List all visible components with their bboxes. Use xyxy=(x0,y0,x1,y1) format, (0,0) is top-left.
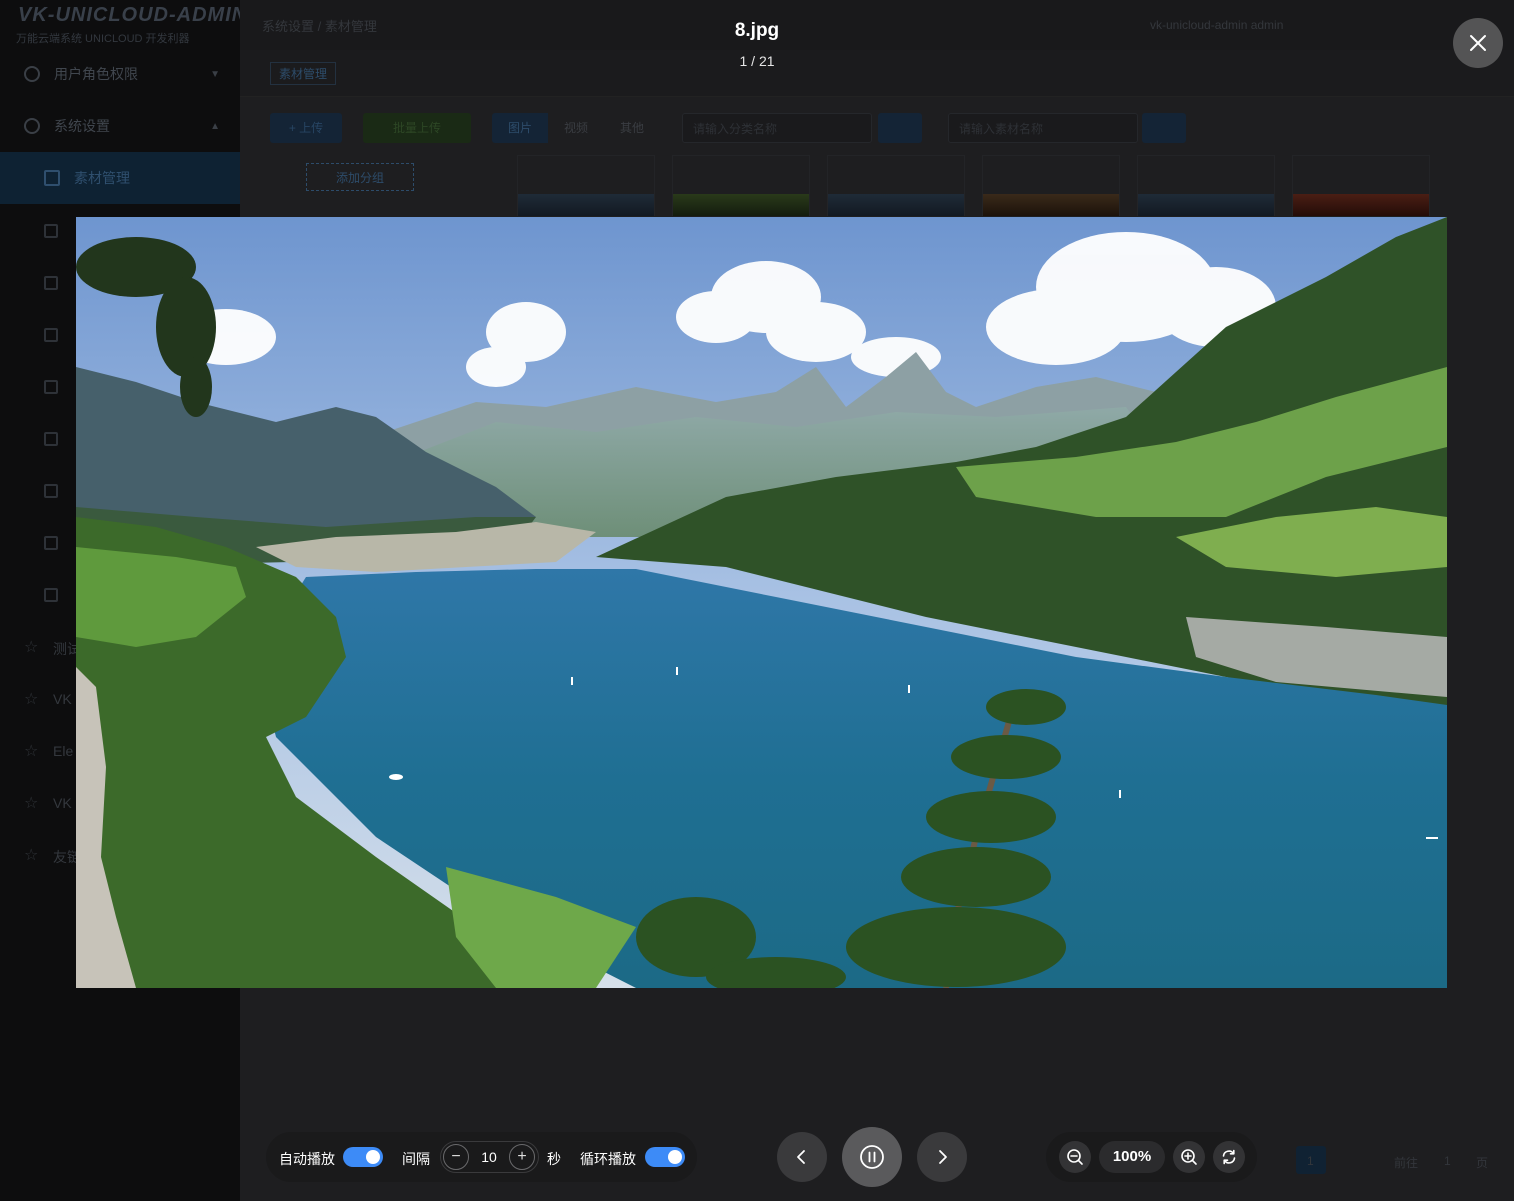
previous-button[interactable] xyxy=(777,1132,827,1182)
chevron-left-icon xyxy=(797,1150,805,1164)
close-icon xyxy=(1470,35,1486,51)
zoom-level: 100% xyxy=(1099,1141,1165,1173)
viewer-file-name: 8.jpg xyxy=(734,20,780,41)
zoom-out-icon xyxy=(1067,1149,1083,1165)
zoom-in-button[interactable] xyxy=(1173,1141,1205,1173)
preview-image[interactable] xyxy=(76,217,1447,988)
zoom-out-button[interactable] xyxy=(1059,1141,1091,1173)
autoplay-label: 自动播放 xyxy=(279,1151,335,1167)
loop-label: 循环播放 xyxy=(580,1151,636,1167)
next-button[interactable] xyxy=(917,1132,967,1182)
reset-zoom-button[interactable] xyxy=(1213,1141,1245,1173)
seconds-label: 秒 xyxy=(547,1151,561,1167)
image-viewer-overlay: 8.jpg 1 / 21 自动播放 间隔 − 10 + 秒 循环播放 100% xyxy=(0,0,1514,1201)
refresh-icon xyxy=(1222,1149,1236,1165)
chevron-right-icon xyxy=(939,1150,947,1164)
viewer-counter: 1 / 21 xyxy=(739,53,775,69)
interval-decrease-button[interactable]: − xyxy=(443,1144,469,1170)
interval-increase-button[interactable]: + xyxy=(509,1144,535,1170)
loop-toggle[interactable] xyxy=(645,1147,685,1167)
zoom-in-icon xyxy=(1181,1149,1197,1165)
interval-value[interactable]: 10 xyxy=(470,1149,508,1165)
pause-button[interactable] xyxy=(842,1127,902,1187)
close-button[interactable] xyxy=(1453,18,1503,68)
autoplay-toggle[interactable] xyxy=(343,1147,383,1167)
interval-label: 间隔 xyxy=(402,1151,430,1167)
pause-icon xyxy=(860,1145,884,1169)
